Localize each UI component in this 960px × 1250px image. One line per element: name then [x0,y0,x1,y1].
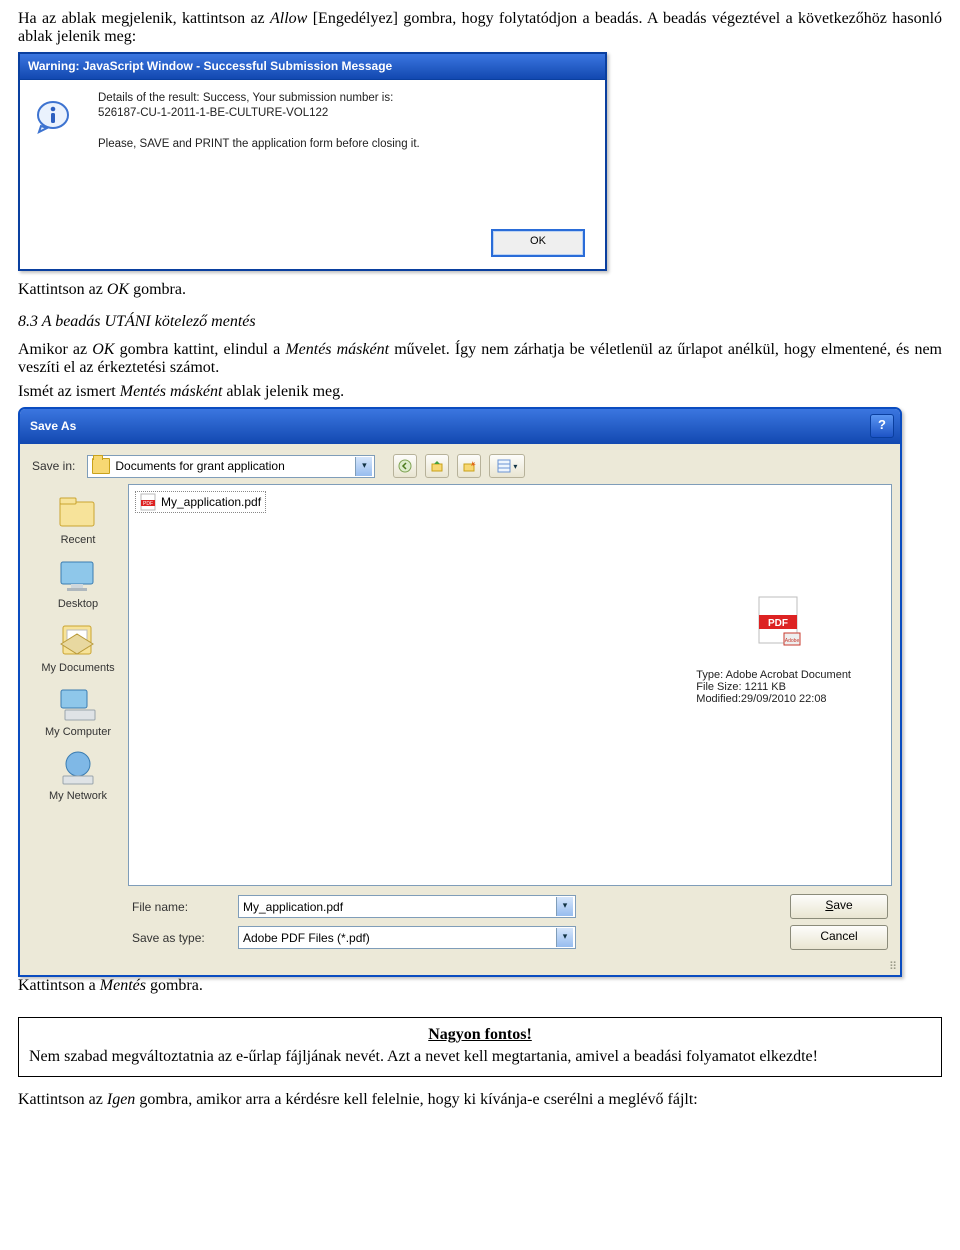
folder-icon [92,458,110,474]
notice-body: Nem szabad megváltoztatnia az e-űrlap fá… [29,1048,931,1066]
place-my-documents[interactable]: My Documents [33,616,123,678]
save-button[interactable]: Save [790,894,888,919]
place-recent[interactable]: Recent [33,488,123,550]
place-desktop[interactable]: Desktop [33,552,123,614]
pdf-icon: PDF [140,493,156,511]
filetype-row: Save as type: Adobe PDF Files (*.pdf) ▾ … [128,923,892,954]
nav-icons: ▾ [393,454,525,478]
submission-number: 526187-CU-1-2011-1-BE-CULTURE-VOL122 [98,107,593,119]
save-as-main: Recent Desktop My Documents My Computer … [20,484,900,960]
section-title: 8.3 A beadás UTÁNI kötelező mentés [18,313,942,331]
filename-label: File name: [132,900,228,914]
ok-button[interactable]: OK [491,229,585,257]
save-in-value: Documents for grant application [115,459,284,473]
tooltip-modified: Modified:29/09/2010 22:08 [696,693,851,705]
new-folder-icon[interactable] [457,454,481,478]
file-listing[interactable]: PDF My_application.pdf PDF Adobe Type: Ad… [128,484,892,886]
filetype-select[interactable]: Adobe PDF Files (*.pdf) ▾ [238,926,576,949]
click-ok-paragraph: Kattintson az OK gombra. [18,281,942,299]
pdf-large-icon: PDF Adobe [756,595,802,647]
info-icon [35,100,71,134]
cancel-button[interactable]: Cancel [790,925,888,950]
file-area: PDF My_application.pdf PDF Adobe Type: Ad… [128,484,892,954]
chevron-down-icon[interactable]: ▾ [556,928,573,947]
notice-title: Nagyon fontos! [29,1026,931,1044]
save-paragraph: Amikor az OK gombra kattint, elindul a M… [18,341,942,377]
important-notice: Nagyon fontos! Nem szabad megváltoztatni… [18,1017,942,1077]
help-button[interactable]: ? [870,414,894,438]
place-my-computer[interactable]: My Computer [33,680,123,742]
filename-row: File name: My_application.pdf ▾ Save [128,886,892,923]
click-yes-paragraph: Kattintson az Igen gombra, amikor arra a… [18,1091,942,1109]
warning-title: Warning: JavaScript Window - Successful … [20,54,605,80]
selected-file[interactable]: PDF My_application.pdf [135,491,266,513]
file-tooltip: PDF Adobe Type: Adobe Acrobat Document Fi… [696,595,851,705]
filename-input[interactable]: My_application.pdf ▾ [238,895,576,918]
places-bar: Recent Desktop My Documents My Computer … [28,484,128,954]
chevron-down-icon[interactable]: ▾ [355,457,372,476]
tooltip-size: File Size: 1211 KB [696,681,851,693]
result-line-1: Details of the result: Success, Your sub… [98,92,593,104]
place-my-network[interactable]: My Network [33,744,123,806]
click-save-paragraph: Kattintson a Mentés gombra. [18,977,942,995]
save-as-titlebar: Save As ? [20,409,900,444]
resize-grip[interactable]: ⠿ [20,960,900,975]
save-in-label: Save in: [32,459,75,473]
svg-text:Adobe: Adobe [785,638,800,644]
warning-dialog: Warning: JavaScript Window - Successful … [18,52,607,271]
intro-paragraph: Ha az ablak megjelenik, kattintson az Al… [18,10,942,46]
tooltip-type: Type: Adobe Acrobat Document [696,669,851,681]
warning-text: Details of the result: Success, Your sub… [98,92,593,150]
svg-text:PDF: PDF [768,618,788,629]
save-print-instruction: Please, SAVE and PRINT the application f… [98,138,593,150]
chevron-down-icon[interactable]: ▾ [556,897,573,916]
filetype-label: Save as type: [132,931,228,945]
svg-text:PDF: PDF [143,501,153,507]
saveas-appears-paragraph: Ismét az ismert Mentés másként ablak jel… [18,383,942,401]
save-in-combo[interactable]: Documents for grant application ▾ [87,455,375,478]
views-icon[interactable]: ▾ [489,454,525,478]
save-as-toolbar: Save in: Documents for grant application… [20,444,900,484]
save-as-title: Save As [30,419,76,433]
warning-body: Details of the result: Success, Your sub… [20,80,605,269]
back-icon[interactable] [393,454,417,478]
up-one-level-icon[interactable] [425,454,449,478]
save-as-dialog: Save As ? Save in: Documents for grant a… [18,407,902,977]
